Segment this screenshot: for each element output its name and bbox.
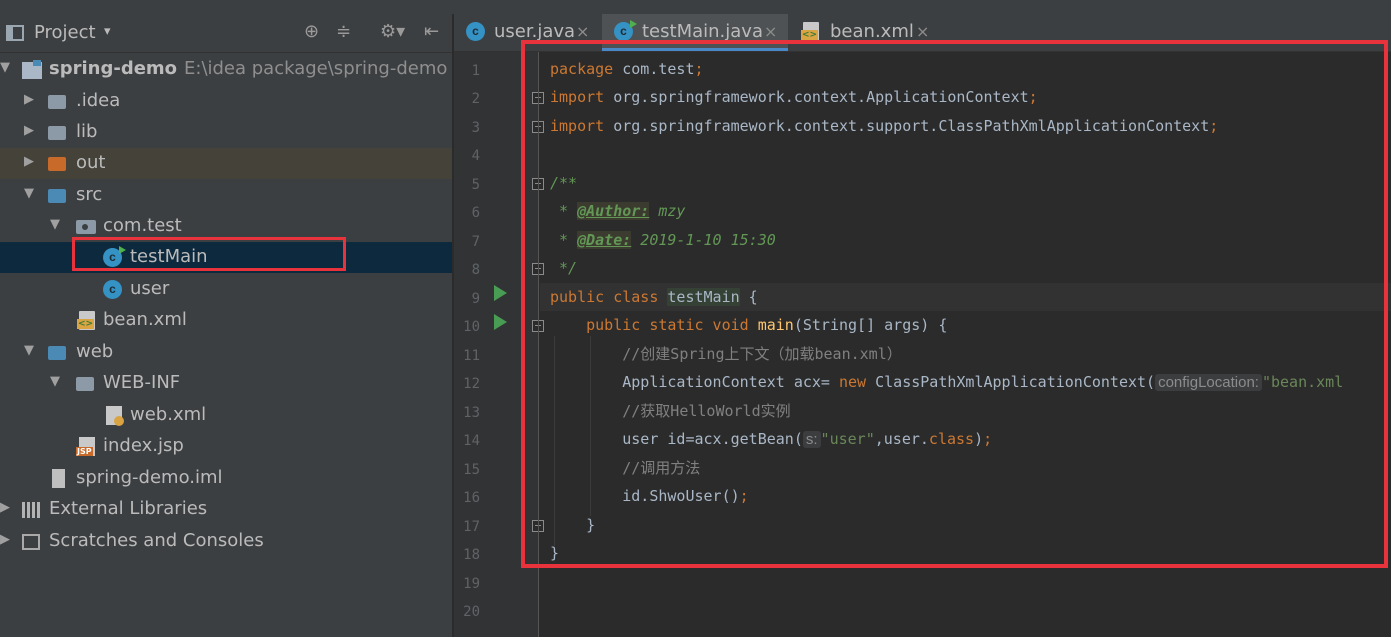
tree-item-src[interactable]: ▼ src — [0, 180, 452, 211]
expand-arrow-icon[interactable]: ▶ — [0, 500, 10, 515]
tree-item-label: Scratches and Consoles — [49, 530, 264, 551]
line-number: 7 — [471, 234, 480, 250]
tree-item-label: spring-demo — [49, 58, 178, 79]
iml-file-icon — [50, 469, 70, 489]
tree-item-lib[interactable]: ▶ lib — [0, 117, 452, 148]
line-number: 5 — [471, 177, 480, 193]
tree-item-label: bean.xml — [103, 309, 187, 330]
tree-item-label: out — [76, 152, 106, 173]
tree-item-scratches[interactable]: ▶ Scratches and Consoles — [0, 526, 452, 557]
tree-item-label: .idea — [76, 90, 121, 111]
locate-file-icon[interactable]: ⊕ — [304, 21, 319, 42]
collapse-arrow-icon[interactable]: ▼ — [24, 186, 34, 201]
line-number: 9 — [471, 291, 480, 307]
tree-item-label: spring-demo.iml — [76, 467, 223, 488]
jsp-file-icon — [76, 437, 98, 457]
collapse-all-icon[interactable]: ≑ — [336, 21, 351, 42]
package-icon — [76, 217, 96, 237]
java-class-runnable-icon: c — [614, 20, 637, 42]
folder-icon — [76, 374, 96, 394]
folder-icon — [48, 123, 68, 143]
highlight-box-tree — [72, 237, 346, 271]
line-number: 18 — [463, 547, 480, 563]
collapse-arrow-icon[interactable]: ▼ — [50, 217, 60, 232]
tree-item-out[interactable]: ▶ out — [0, 148, 452, 179]
project-header: Project ▾ ⊕ ≑ ⚙▾ ⇤ — [0, 14, 452, 53]
tab-label: user.java — [494, 21, 576, 42]
xml-file-icon — [77, 311, 98, 331]
web-folder-icon — [48, 343, 68, 363]
xml-file-icon — [801, 22, 822, 42]
gear-icon[interactable]: ⚙▾ — [380, 21, 405, 42]
java-class-icon: c — [103, 280, 123, 300]
tree-item-label: web.xml — [130, 404, 207, 425]
collapse-arrow-icon[interactable]: ▼ — [50, 374, 60, 389]
line-number: 10 — [463, 319, 480, 335]
tree-item-index-jsp[interactable]: index.jsp — [0, 431, 452, 462]
expand-arrow-icon[interactable]: ▼ — [0, 60, 10, 75]
project-view-icon — [6, 25, 24, 41]
line-number: 4 — [471, 148, 480, 164]
expand-arrow-icon[interactable]: ▶ — [24, 123, 34, 138]
tree-item-web[interactable]: ▼ web — [0, 337, 452, 368]
window-top-strip — [0, 0, 1391, 15]
java-class-icon: c — [466, 22, 486, 42]
tree-item-label: lib — [76, 121, 98, 142]
line-number: 3 — [471, 120, 480, 136]
line-number: 2 — [471, 91, 480, 107]
folder-icon — [48, 92, 68, 112]
chevron-down-icon[interactable]: ▾ — [104, 24, 111, 39]
tree-item-spring-demo[interactable]: ▼ spring-demo E:\idea package\spring-dem… — [0, 54, 452, 85]
source-folder-icon — [48, 186, 68, 206]
run-main-icon[interactable] — [494, 314, 507, 330]
tree-item-label: src — [76, 184, 103, 205]
tab-label: testMain.java — [642, 21, 763, 42]
line-number: 16 — [463, 490, 480, 506]
tree-item-idea[interactable]: ▶ .idea — [0, 86, 452, 117]
line-number: 19 — [463, 576, 480, 592]
tree-item-bean-xml[interactable]: bean.xml — [0, 305, 452, 336]
tree-item-web-inf[interactable]: ▼ WEB-INF — [0, 368, 452, 399]
run-class-icon[interactable] — [494, 285, 507, 301]
line-number: 1 — [471, 63, 480, 79]
scratches-icon — [22, 532, 42, 552]
tab-label: bean.xml — [830, 21, 914, 42]
collapse-arrow-icon[interactable]: ▼ — [24, 343, 34, 358]
tree-item-external-libraries[interactable]: ▶ External Libraries — [0, 494, 452, 525]
tree-item-label: web — [76, 341, 114, 362]
tree-item-user[interactable]: c user — [0, 274, 452, 305]
tree-item-label: com.test — [103, 215, 182, 236]
close-icon[interactable]: × — [764, 22, 777, 41]
excluded-folder-icon — [48, 154, 68, 174]
tree-item-web-xml[interactable]: web.xml — [0, 400, 452, 431]
line-number: 12 — [463, 376, 480, 392]
close-icon[interactable]: × — [576, 22, 589, 41]
tree-item-label: External Libraries — [49, 498, 208, 519]
line-number: 14 — [463, 433, 480, 449]
web-xml-icon — [105, 406, 125, 426]
tree-item-label: WEB-INF — [103, 372, 181, 393]
project-view-title[interactable]: Project — [34, 22, 96, 43]
highlight-box-editor — [521, 40, 1388, 568]
line-number: 11 — [463, 348, 480, 364]
hide-panel-icon[interactable]: ⇤ — [424, 21, 439, 42]
line-number: 13 — [463, 405, 480, 421]
tree-item-label: index.jsp — [103, 435, 184, 456]
tree-item-spring-demo-iml[interactable]: spring-demo.iml — [0, 463, 452, 494]
expand-arrow-icon[interactable]: ▶ — [0, 532, 10, 547]
line-number: 6 — [471, 205, 480, 221]
line-number: 17 — [463, 519, 480, 535]
line-number: 8 — [471, 262, 480, 278]
line-number: 15 — [463, 462, 480, 478]
project-path: E:\idea package\spring-demo — [184, 58, 448, 79]
expand-arrow-icon[interactable]: ▶ — [24, 92, 34, 107]
tree-item-label: user — [130, 278, 170, 299]
project-tool-window: Project ▾ ⊕ ≑ ⚙▾ ⇤ ▼ spring-demo E:\idea… — [0, 14, 452, 637]
module-icon — [22, 60, 42, 80]
line-number: 20 — [463, 604, 480, 620]
expand-arrow-icon[interactable]: ▶ — [24, 154, 34, 169]
libraries-icon — [22, 500, 42, 520]
close-icon[interactable]: × — [916, 22, 929, 41]
